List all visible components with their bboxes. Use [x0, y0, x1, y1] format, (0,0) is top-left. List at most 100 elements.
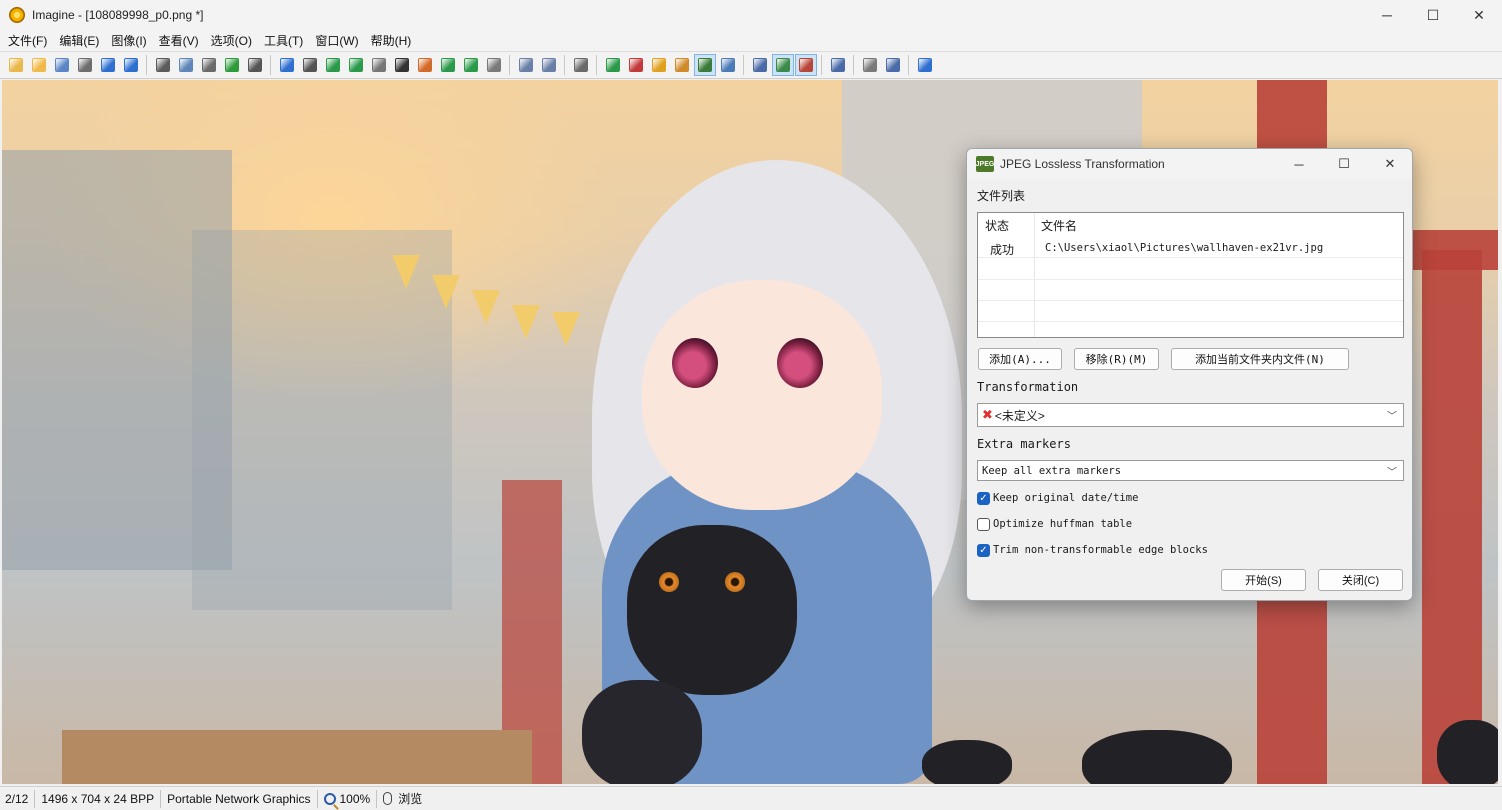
menu-help[interactable]: 帮助(H)	[365, 32, 418, 49]
save-button[interactable]	[51, 54, 73, 76]
monitor-button[interactable]	[749, 54, 771, 76]
magic-wand-button[interactable]	[648, 54, 670, 76]
dialog-minimize-button[interactable]: ─	[1276, 149, 1322, 179]
image-small-cat	[922, 740, 1012, 784]
menu-tools[interactable]: 工具(T)	[258, 32, 309, 49]
menu-file[interactable]: 文件(F)	[2, 32, 53, 49]
remove-button[interactable]: 移除(R)(M)	[1074, 348, 1159, 370]
menu-edit[interactable]: 编辑(E)	[53, 32, 105, 49]
fit-width-button[interactable]	[717, 54, 739, 76]
new-button[interactable]	[5, 54, 27, 76]
option-optimize-huffman[interactable]: Optimize huffman table	[977, 516, 1132, 532]
transformation-value: <未定义>	[994, 408, 1045, 423]
zoom-window-right-icon	[541, 58, 556, 72]
batch-button[interactable]	[483, 54, 505, 76]
negative-icon	[394, 58, 409, 72]
crop-button[interactable]	[345, 54, 367, 76]
undo-button[interactable]	[221, 54, 243, 76]
menu-window[interactable]: 窗口(W)	[309, 32, 364, 49]
status-zoom-value: 100%	[339, 791, 371, 806]
open-folder-button[interactable]	[28, 54, 50, 76]
help-button[interactable]	[914, 54, 936, 76]
checkbox-checked-icon[interactable]: ✓	[977, 543, 990, 557]
fit-window-button[interactable]	[671, 54, 693, 76]
resize-button[interactable]	[322, 54, 344, 76]
copy-button[interactable]	[175, 54, 197, 76]
magnifier-icon	[323, 792, 339, 810]
slideshow-button[interactable]	[794, 54, 817, 76]
toolbar	[0, 51, 1502, 79]
menu-view[interactable]: 查看(V)	[153, 32, 205, 49]
title-bar: Imagine - [108089998_p0.png *] ─ ☐ ✕	[0, 0, 1502, 30]
slideshow-icon	[798, 58, 813, 72]
extra-markers-label: Extra markers	[977, 437, 1071, 451]
zoom-window-left-button[interactable]	[515, 54, 537, 76]
rotate-icon	[463, 58, 478, 72]
status-format: Portable Network Graphics	[161, 789, 318, 808]
jpeg-lossless-dialog: JPEG JPEG Lossless Transformation ─ ☐ ✕ …	[966, 148, 1413, 601]
checkbox-checked-icon[interactable]: ✓	[977, 491, 990, 505]
rotate-button[interactable]	[460, 54, 482, 76]
file-list[interactable]: 状态 文件名 成功 C:\Users\xiaol\Pictures\wallha…	[977, 212, 1404, 338]
save-icon	[54, 58, 69, 72]
cut-button[interactable]	[152, 54, 174, 76]
option-trim-edge-blocks[interactable]: ✓ Trim non-transformable edge blocks	[977, 542, 1208, 558]
minimize-button[interactable]: ─	[1364, 0, 1410, 30]
menu-image[interactable]: 图像(I)	[105, 32, 152, 49]
effects-button[interactable]	[414, 54, 436, 76]
zoom-out-button[interactable]	[625, 54, 647, 76]
status-dimensions: 1496 x 704 x 24 BPP	[35, 789, 162, 808]
grayscale-button[interactable]	[368, 54, 390, 76]
camera-button[interactable]	[299, 54, 321, 76]
new-icon	[8, 58, 23, 72]
checkbox-unchecked-icon[interactable]	[977, 517, 990, 531]
table-row-empty	[978, 259, 1403, 280]
image-cat-eye-left	[659, 572, 679, 592]
open-folder-icon	[31, 58, 46, 72]
dialog-close-action-button[interactable]: 关闭(C)	[1318, 569, 1403, 591]
dialog-close-button[interactable]: ✕	[1367, 149, 1412, 179]
undo-icon	[224, 58, 239, 72]
fullscreen-icon	[775, 58, 790, 72]
info-icon	[279, 58, 294, 72]
menu-options[interactable]: 选项(O)	[205, 32, 258, 49]
dialog-title: JPEG Lossless Transformation	[1000, 157, 1165, 171]
settings-wrench-button[interactable]	[827, 54, 849, 76]
zoom-in-button[interactable]	[602, 54, 624, 76]
add-button[interactable]: 添加(A)...	[978, 348, 1062, 370]
dialog-maximize-button[interactable]: ☐	[1321, 149, 1367, 179]
batch-icon	[486, 58, 501, 72]
toolbar-separator	[596, 55, 597, 75]
forward-arrow-icon	[123, 58, 138, 72]
add-folder-files-button[interactable]: 添加当前文件夹内文件(N)	[1171, 348, 1349, 370]
start-button[interactable]: 开始(S)	[1221, 569, 1306, 591]
lossless-button[interactable]	[570, 54, 592, 76]
paste-button[interactable]	[198, 54, 220, 76]
settings-wrench-icon	[830, 58, 845, 72]
info-button[interactable]	[276, 54, 298, 76]
print-button[interactable]	[74, 54, 96, 76]
option-label: Trim non-transformable edge blocks	[993, 544, 1208, 556]
redo-button[interactable]	[244, 54, 266, 76]
thumbnails-button[interactable]	[859, 54, 881, 76]
negative-button[interactable]	[391, 54, 413, 76]
rotate-down-button[interactable]	[437, 54, 459, 76]
app-logo-icon	[9, 7, 25, 23]
close-button[interactable]: ✕	[1456, 0, 1502, 30]
maximize-button[interactable]: ☐	[1410, 0, 1456, 30]
transformation-select[interactable]: ✖ <未定义> ﹀	[977, 403, 1404, 427]
thumbnails-icon	[862, 58, 877, 72]
table-row[interactable]: 成功 C:\Users\xiaol\Pictures\wallhaven-ex2…	[978, 237, 1403, 258]
file-name: C:\Users\xiaol\Pictures\wallhaven-ex21vr…	[1045, 242, 1324, 254]
option-keep-date[interactable]: ✓ Keep original date/time	[977, 490, 1138, 506]
fullscreen-button[interactable]	[771, 54, 794, 76]
column-header-filename[interactable]: 文件名	[1041, 217, 1077, 234]
back-arrow-button[interactable]	[97, 54, 119, 76]
column-header-status[interactable]: 状态	[985, 217, 1009, 234]
zoom-window-right-button[interactable]	[538, 54, 560, 76]
fit-window-icon	[674, 58, 689, 72]
tile-windows-button[interactable]	[882, 54, 904, 76]
forward-arrow-button[interactable]	[120, 54, 142, 76]
extra-markers-select[interactable]: Keep all extra markers ﹀	[977, 460, 1404, 481]
actual-size-button[interactable]	[693, 54, 716, 76]
